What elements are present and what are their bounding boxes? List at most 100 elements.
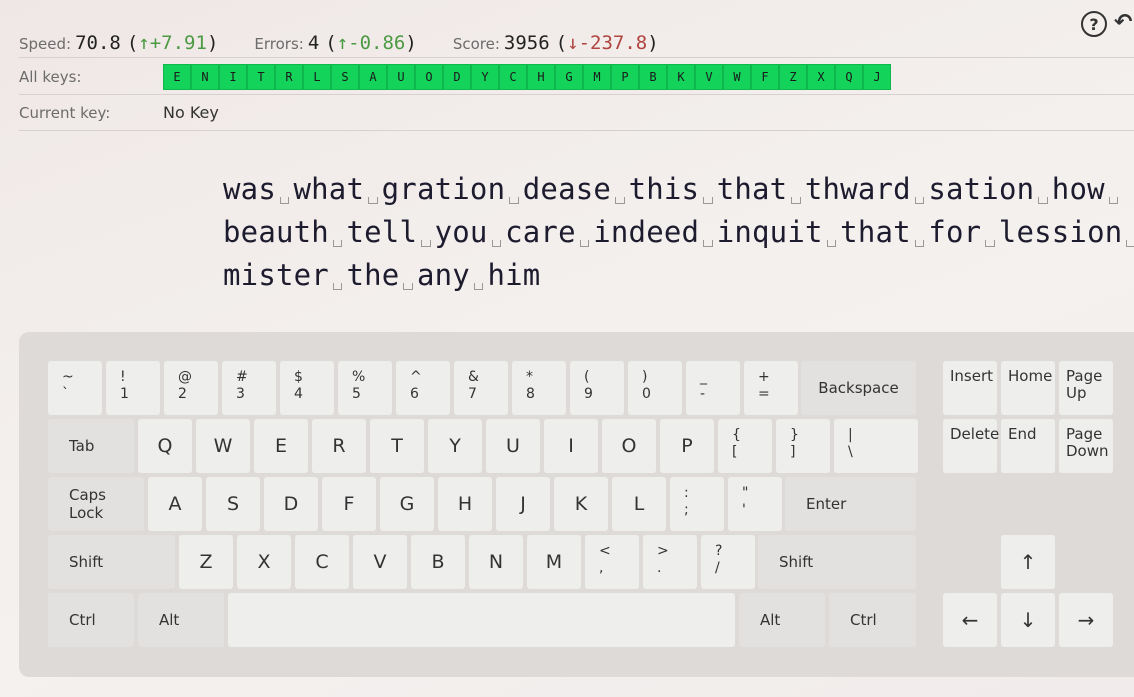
key-p[interactable]: P <box>660 419 714 473</box>
number-key-9-label: 9 <box>584 386 593 402</box>
bracket-key-2[interactable]: | \ <box>834 419 918 473</box>
space-marker-icon <box>276 179 294 211</box>
text-word: was <box>223 172 276 206</box>
text-word: any <box>416 258 470 292</box>
key-w[interactable]: W <box>196 419 250 473</box>
alt-left-key[interactable]: Alt <box>138 593 224 647</box>
shift-left-key[interactable]: Shift <box>48 535 175 589</box>
number-key-11-label: - <box>700 386 706 402</box>
key-chip-a: A <box>359 63 387 90</box>
number-key-6[interactable]: ^ 6 <box>396 361 450 415</box>
number-key-2-shift-label: @ <box>178 369 192 385</box>
symbol-key-1[interactable]: >. <box>643 535 697 589</box>
symbol-key-0[interactable]: <, <box>585 535 639 589</box>
arrow-down-key[interactable]: ↓ <box>1001 593 1055 647</box>
home-key[interactable]: Home <box>1001 361 1055 415</box>
space-key[interactable] <box>228 593 735 647</box>
key-y[interactable]: Y <box>428 419 482 473</box>
key-j[interactable]: J <box>496 477 550 531</box>
errors-delta: ↑-0.86 <box>336 31 406 54</box>
punct-key-0[interactable]: :; <box>670 477 724 531</box>
help-icon[interactable]: ? <box>1081 11 1107 37</box>
number-key-4[interactable]: $4 <box>280 361 334 415</box>
key-c[interactable]: C <box>295 535 349 589</box>
number-key-11[interactable]: _ - <box>686 361 740 415</box>
key-x[interactable]: X <box>237 535 291 589</box>
key-v[interactable]: V <box>353 535 407 589</box>
key-chip-q: Q <box>835 63 863 90</box>
text-word: gration <box>381 172 506 206</box>
key-n[interactable]: N <box>469 535 523 589</box>
key-q[interactable]: Q <box>138 419 192 473</box>
practice-text[interactable]: was what gration dease this that thward sation h… <box>223 168 1134 297</box>
key-v-label: V <box>373 551 387 573</box>
ctrl-right-key[interactable]: Ctrl <box>829 593 916 647</box>
key-l[interactable]: L <box>612 477 666 531</box>
arrow-down-icon: ↓ <box>1019 608 1037 632</box>
end-key[interactable]: End <box>1001 419 1055 473</box>
number-key-7[interactable]: & 7 <box>454 361 508 415</box>
key-k[interactable]: K <box>554 477 608 531</box>
key-g[interactable]: G <box>380 477 434 531</box>
key-a[interactable]: A <box>148 477 202 531</box>
ctrl-left-key[interactable]: Ctrl <box>48 593 134 647</box>
caps-lock-key[interactable]: Caps Lock <box>48 477 144 531</box>
undo-icon[interactable]: ↶ <box>1114 10 1132 35</box>
key-m[interactable]: M <box>527 535 581 589</box>
number-key-0[interactable]: ~ ` <box>48 361 102 415</box>
number-key-10[interactable]: ) 0 <box>628 361 682 415</box>
enter-label: Enter <box>806 495 847 513</box>
number-key-9-shift-label: ( <box>584 369 590 385</box>
key-x-label: X <box>257 551 271 573</box>
space-marker-icon <box>911 222 929 254</box>
punct-key-1-shift-label: " <box>742 485 749 501</box>
number-key-5[interactable]: % 5 <box>338 361 392 415</box>
arrow-right-key[interactable]: → <box>1059 593 1113 647</box>
virtual-keyboard: ~ `! 1 @2 #3 $4% 5 ^ 6 & 7 * 8(9) 0 _ - + = Backspace Tab… <box>19 332 1134 677</box>
key-d[interactable]: D <box>264 477 318 531</box>
bracket-key-0-shift-label: { <box>732 427 741 443</box>
bracket-key-1-shift-label: } <box>790 427 799 443</box>
key-chip-r: R <box>275 63 303 90</box>
key-o[interactable]: O <box>602 419 656 473</box>
number-key-9[interactable]: (9 <box>570 361 624 415</box>
key-h[interactable]: H <box>438 477 492 531</box>
number-key-1[interactable]: ! 1 <box>106 361 160 415</box>
key-b[interactable]: B <box>411 535 465 589</box>
punct-key-1[interactable]: " ' <box>728 477 782 531</box>
number-key-2[interactable]: @2 <box>164 361 218 415</box>
shift-right-key[interactable]: Shift <box>758 535 916 589</box>
symbol-key-2[interactable]: ? / <box>701 535 755 589</box>
score-close-paren: ) <box>647 31 659 54</box>
bracket-key-0[interactable]: {[ <box>718 419 772 473</box>
number-key-3[interactable]: #3 <box>222 361 276 415</box>
space-marker-icon <box>911 179 929 211</box>
text-word: how <box>1051 172 1105 206</box>
enter-key[interactable]: Enter <box>785 477 916 531</box>
backspace-key[interactable]: Backspace <box>801 361 916 415</box>
arrow-left-key[interactable]: ← <box>943 593 997 647</box>
tab-key[interactable]: Tab <box>48 419 134 473</box>
page-down-key[interactable]: Page Down <box>1059 419 1113 473</box>
number-key-12[interactable]: + = <box>744 361 798 415</box>
key-t[interactable]: T <box>370 419 424 473</box>
number-key-8[interactable]: * 8 <box>512 361 566 415</box>
punct-key-0-label: ; <box>684 502 689 518</box>
key-r[interactable]: R <box>312 419 366 473</box>
space-marker-icon <box>470 265 488 297</box>
key-chip-j: J <box>863 63 891 90</box>
bracket-key-1[interactable]: }] <box>776 419 830 473</box>
key-z[interactable]: Z <box>179 535 233 589</box>
insert-key[interactable]: Insert <box>943 361 997 415</box>
page-up-key[interactable]: Page Up <box>1059 361 1113 415</box>
number-key-12-label: = <box>758 386 770 402</box>
delete-key[interactable]: Delete <box>943 419 999 473</box>
key-i[interactable]: I <box>544 419 598 473</box>
arrow-up-key[interactable]: ↑ <box>1001 535 1055 589</box>
key-u[interactable]: U <box>486 419 540 473</box>
key-e[interactable]: E <box>254 419 308 473</box>
key-s[interactable]: S <box>206 477 260 531</box>
key-f[interactable]: F <box>322 477 376 531</box>
home-label: Home <box>1008 367 1053 385</box>
alt-right-key[interactable]: Alt <box>739 593 825 647</box>
